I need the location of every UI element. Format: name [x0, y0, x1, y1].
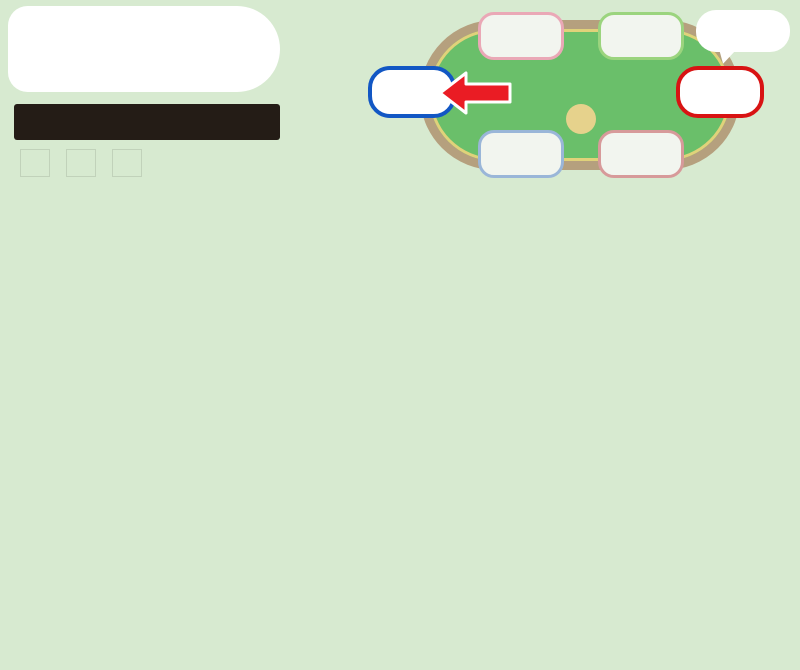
seat-utg[interactable]	[478, 12, 564, 60]
page-title	[8, 6, 280, 92]
poker-table-diagram	[368, 4, 796, 186]
legend-swatch-call	[66, 149, 96, 177]
legend-swatch-raise	[20, 149, 50, 177]
legend-swatch-fold	[112, 149, 142, 177]
header	[0, 0, 800, 190]
position-badge	[14, 104, 280, 140]
seat-co[interactable]	[676, 66, 764, 118]
hero-pointer-arrow	[438, 71, 512, 115]
legend	[12, 148, 150, 178]
seat-sb[interactable]	[478, 130, 564, 178]
seat-btn[interactable]	[598, 130, 684, 178]
raise-bubble	[696, 10, 790, 52]
seat-hj[interactable]	[598, 12, 684, 60]
dealer-button	[566, 104, 596, 134]
